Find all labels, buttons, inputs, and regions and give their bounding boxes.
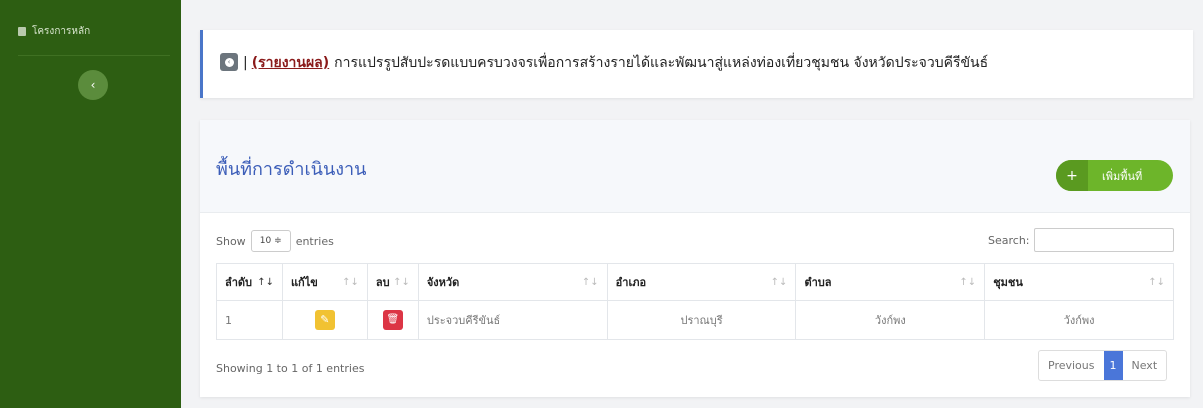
column-header-community[interactable]: ชุมชน ↑↓	[984, 263, 1174, 301]
cell-index: 1	[216, 300, 283, 340]
report-link[interactable]: (รายงานผล)	[252, 55, 329, 71]
back-button[interactable]: ‹	[220, 53, 238, 71]
column-header-province[interactable]: จังหวัด ↑↓	[417, 263, 608, 301]
sort-icon: ↑↓	[393, 277, 410, 288]
edit-icon[interactable]: ✎	[314, 310, 335, 330]
chevron-left-icon: ‹	[90, 78, 96, 92]
pagination: Previous 1 Next	[1038, 350, 1168, 381]
cell-province: ประจวบคีรีขันธ์	[417, 300, 608, 340]
column-header-delete[interactable]: ลบ ↑↓	[366, 263, 419, 301]
book-icon	[18, 27, 26, 36]
column-header-edit[interactable]: แก้ไข ↑↓	[281, 263, 368, 301]
page-1-button[interactable]: 1	[1103, 351, 1123, 380]
show-label: Show	[216, 234, 246, 248]
sidebar-divider	[18, 55, 170, 56]
table-info: Showing 1 to 1 of 1 entries	[216, 362, 365, 375]
sort-icon: ↑↓	[581, 277, 599, 288]
cell-subdistrict: วังก์พง	[795, 300, 986, 340]
cell-district: ปราณบุรี	[606, 300, 797, 340]
add-area-button[interactable]: + เพิ่มพื้นที่	[1056, 160, 1173, 191]
trash-icon[interactable]: 🗑	[382, 310, 403, 330]
page-length-select[interactable]: 10 ≑	[250, 230, 291, 252]
cell-edit: ✎	[281, 300, 368, 340]
entries-label: entries	[295, 234, 334, 248]
sort-icon: ↑↓	[342, 277, 359, 288]
page-length-control: Show 10 ≑ entries	[216, 230, 334, 252]
card-header: พื้นที่การดำเนินงาน + เพิ่มพื้นที่	[200, 120, 1190, 213]
search-input[interactable]	[1033, 228, 1174, 252]
cell-delete: 🗑	[366, 300, 419, 340]
previous-button[interactable]: Previous	[1039, 351, 1103, 380]
search-control: Search:	[988, 228, 1174, 252]
column-header-district[interactable]: อำเภอ ↑↓	[606, 263, 797, 301]
cell-community: วังก์พง	[984, 300, 1174, 340]
column-header-subdistrict[interactable]: ตำบล ↑↓	[795, 263, 986, 301]
operation-area-card: พื้นที่การดำเนินงาน + เพิ่มพื้นที่ Show …	[200, 120, 1190, 397]
table-row: 1 ✎ 🗑 ประจวบคีรีขันธ์ ปราณบุรี วังก์พง ว…	[216, 300, 1174, 340]
column-header-index[interactable]: ลำดับ ↑↓	[216, 263, 283, 301]
search-label: Search:	[988, 233, 1030, 247]
arrow-left-icon: ‹	[224, 57, 234, 67]
table-header-row: ลำดับ ↑↓ แก้ไข ↑↓ ลบ ↑↓ จังหวัด ↑↓ อำเภอ ↑↓ ต…	[216, 263, 1174, 301]
sidebar: โครงการหลัก ‹	[0, 0, 181, 408]
top-bar	[181, 0, 1203, 10]
sort-icon: ↑↓	[257, 277, 274, 288]
area-table: ลำดับ ↑↓ แก้ไข ↑↓ ลบ ↑↓ จังหวัด ↑↓ อำเภอ ↑↓ ต…	[216, 263, 1174, 340]
sort-icon: ↑↓	[770, 277, 788, 288]
sidebar-collapse-button[interactable]: ‹	[78, 70, 108, 100]
sidebar-item-label: โครงการหลัก	[32, 26, 91, 37]
banner-separator: |	[243, 55, 248, 71]
project-banner: ‹ | (รายงานผล) การแปรรูปสับปะรดแบบครบวงจรเ…	[200, 30, 1193, 98]
card-title: พื้นที่การดำเนินงาน	[216, 159, 367, 180]
banner-title: | (รายงานผล) การแปรรูปสับปะรดแบบครบวงจรเพื…	[243, 52, 988, 74]
plus-icon: +	[1056, 160, 1088, 191]
sidebar-item-main-projects[interactable]: โครงการหลัก	[18, 24, 90, 39]
project-title: การแปรรูปสับปะรดแบบครบวงจรเพื่อการสร้างร…	[334, 55, 989, 71]
sort-icon: ↑↓	[959, 277, 977, 288]
add-area-label: เพิ่มพื้นที่	[1102, 169, 1143, 183]
sort-icon: ↑↓	[1148, 277, 1165, 288]
next-button[interactable]: Next	[1123, 351, 1167, 380]
